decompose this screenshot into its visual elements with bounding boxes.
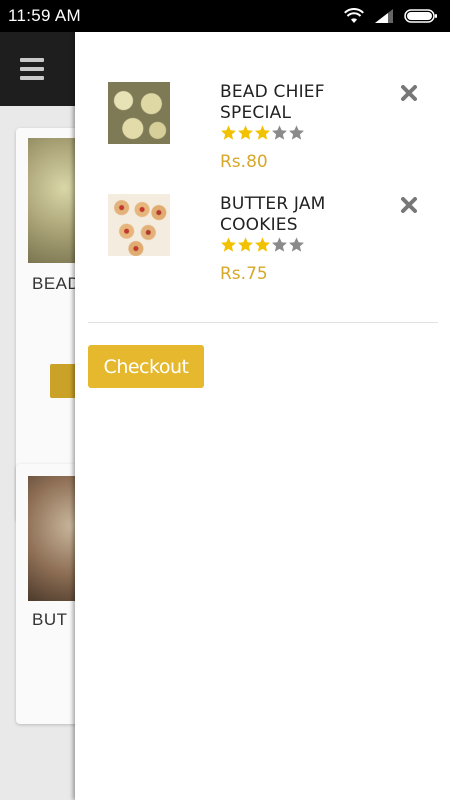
status-bar: 11:59 AM [0,0,450,32]
star-empty-icon [272,125,287,140]
wifi-icon [344,8,364,23]
rating-stars [220,236,305,253]
divider [88,322,438,323]
signal-icon [375,9,393,23]
star-empty-icon [289,125,304,140]
remove-item-icon[interactable] [400,84,418,102]
item-price: Rs.80 [220,152,268,172]
checkout-button[interactable]: Checkout [88,345,204,388]
star-empty-icon [272,237,287,252]
status-icons [344,8,438,24]
cart-item: BEAD CHIEF SPECIAL Rs.80 [75,80,450,180]
status-time: 11:59 AM [8,6,81,25]
item-name: BUTTER JAM COOKIES [220,194,326,235]
product-title: BEAD [32,274,81,293]
remove-item-icon[interactable] [400,196,418,214]
product-title: BUT [32,610,68,629]
star-filled-icon [255,237,270,252]
product-thumbnail [108,82,170,144]
star-filled-icon [221,237,236,252]
item-price: Rs.75 [220,264,268,284]
cart-drawer: BEAD CHIEF SPECIAL Rs.80 BUTTER JAM COOK… [75,32,450,800]
battery-icon [404,9,437,23]
rating-stars [220,124,305,141]
star-filled-icon [255,125,270,140]
star-filled-icon [238,125,253,140]
star-filled-icon [221,125,236,140]
item-name: BEAD CHIEF SPECIAL [220,82,325,123]
star-empty-icon [289,237,304,252]
hamburger-menu-icon[interactable] [20,58,44,80]
product-thumbnail [108,194,170,256]
star-filled-icon [238,237,253,252]
cart-item: BUTTER JAM COOKIES Rs.75 [75,192,450,292]
